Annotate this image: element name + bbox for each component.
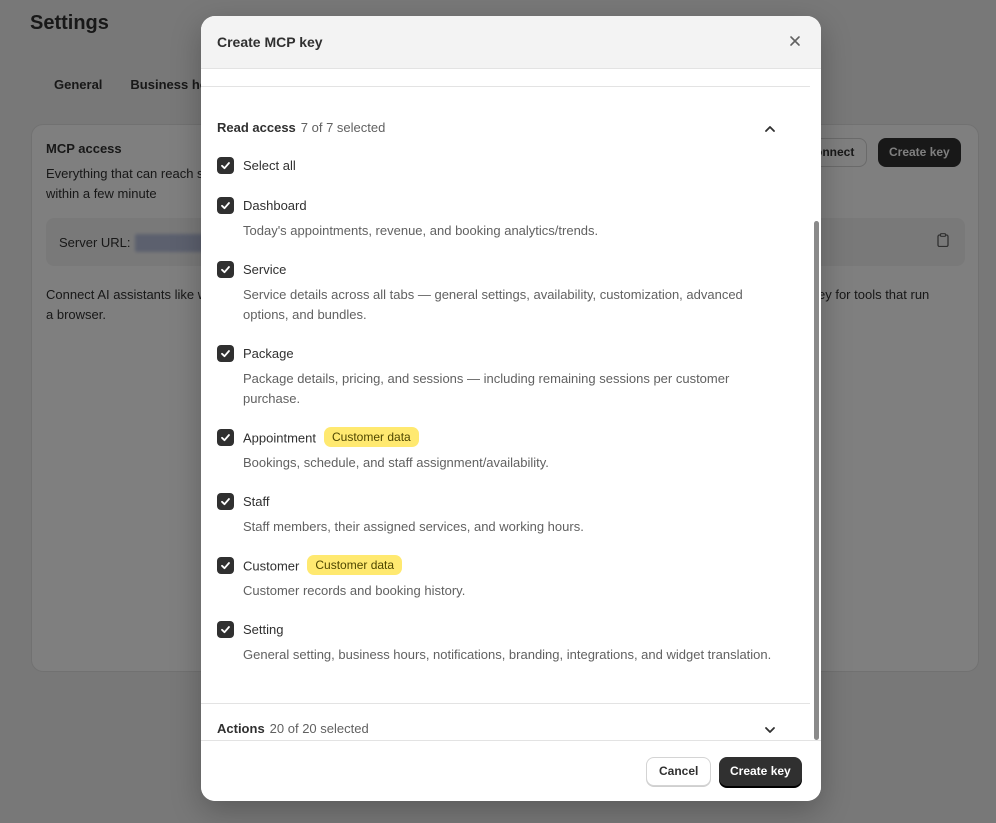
permission-description: Today's appointments, revenue, and booki… (243, 223, 599, 238)
close-icon[interactable] (787, 33, 803, 49)
checkmark-icon (221, 562, 230, 570)
chevron-down-icon[interactable] (763, 723, 777, 737)
cancel-button[interactable]: Cancel (646, 757, 712, 786)
actions-header[interactable]: Actions 20 of 20 selected (217, 720, 777, 740)
read-access-count: 7 of 7 selected (300, 120, 386, 135)
permission-description: Package details, pricing, and sessions —… (243, 371, 730, 406)
permission-description: Staff members, their assigned services, … (243, 519, 584, 534)
divider (201, 86, 810, 87)
read-access-header[interactable]: Read access 7 of 7 selected (217, 119, 777, 139)
permission-label: Dashboard (243, 198, 307, 213)
staff-checkbox[interactable] (217, 493, 234, 510)
permission-label: Service (243, 262, 287, 277)
permission-label: Appointment (243, 430, 316, 446)
select-all-checkbox[interactable] (217, 157, 234, 174)
scrollbar-thumb[interactable] (814, 221, 819, 740)
permission-label: Staff (243, 494, 270, 509)
setting-checkbox[interactable] (217, 621, 234, 638)
modal-body[interactable]: Read access 7 of 7 selected Select all Da… (201, 69, 821, 740)
checkmark-icon (221, 350, 230, 358)
read-access-title: Read access (217, 120, 296, 135)
permission-description: General setting, business hours, notific… (243, 647, 772, 662)
actions-count: 20 of 20 selected (269, 721, 369, 736)
checkmark-icon (221, 266, 230, 274)
permission-label-row: Appointment Customer data (243, 427, 419, 449)
customer-data-badge: Customer data (307, 555, 403, 575)
modal-header: Create MCP key (201, 16, 821, 69)
select-all-label: Select all (243, 158, 296, 173)
permission-label: Setting (243, 622, 284, 637)
create-key-button[interactable]: Create key (719, 757, 802, 786)
modal-title: Create MCP key (217, 34, 323, 50)
permission-description: Bookings, schedule, and staff assignment… (243, 455, 549, 470)
checkmark-icon (221, 162, 230, 170)
modal-footer: Cancel Create key (201, 740, 821, 801)
service-checkbox[interactable] (217, 261, 234, 278)
divider (201, 703, 810, 704)
permission-label-row: Customer Customer data (243, 555, 403, 577)
create-mcp-key-modal: Create MCP key Read access 7 of 7 selecte… (201, 16, 821, 801)
permission-description: Customer records and booking history. (243, 583, 466, 598)
appointment-checkbox[interactable] (217, 429, 234, 446)
chevron-up-icon[interactable] (763, 122, 777, 136)
customer-checkbox[interactable] (217, 557, 234, 574)
checkmark-icon (221, 434, 230, 442)
package-checkbox[interactable] (217, 345, 234, 362)
permission-label: Package (243, 346, 294, 361)
checkmark-icon (221, 498, 230, 506)
customer-data-badge: Customer data (324, 427, 419, 447)
actions-title: Actions (217, 721, 265, 736)
permission-label: Customer (243, 558, 300, 574)
dashboard-checkbox[interactable] (217, 197, 234, 214)
checkmark-icon (221, 202, 230, 210)
checkmark-icon (221, 626, 230, 634)
permission-description: Service details across all tabs — genera… (243, 287, 743, 322)
